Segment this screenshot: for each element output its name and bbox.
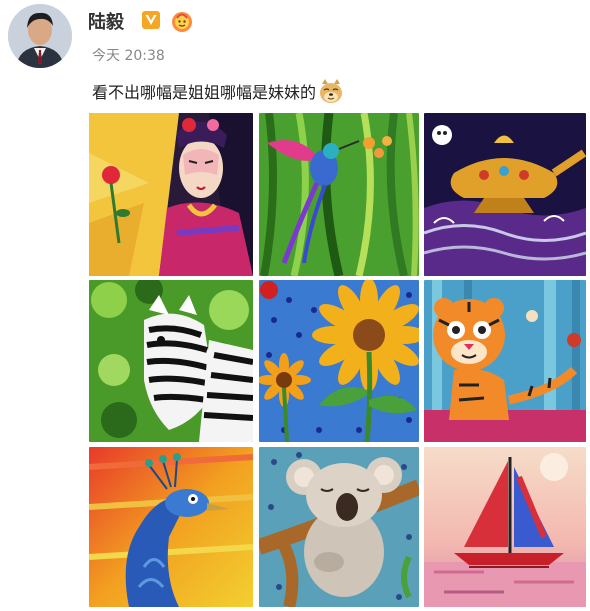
post-text: 看不出哪幅是姐姐哪幅是妹妹的 (92, 78, 344, 104)
image-tile-tiger[interactable] (424, 280, 586, 442)
username[interactable]: 陆毅 (88, 8, 124, 34)
image-tile-hummingbird[interactable] (259, 113, 419, 276)
verified-v-icon (141, 10, 161, 30)
image-tile-peacock[interactable] (89, 447, 253, 607)
fan-badge-icon[interactable] (170, 9, 194, 33)
image-tile-sunflower[interactable] (259, 280, 419, 442)
image-tile-koala[interactable] (259, 447, 419, 607)
post-timestamp: 今天 20:38 (92, 48, 165, 64)
post-text-body: 看不出哪幅是姐姐哪幅是妹妹的 (92, 83, 317, 102)
image-tile-sailboat[interactable] (424, 447, 586, 607)
image-tile-magic-lamp[interactable] (424, 113, 586, 276)
doge-emoji-icon (318, 78, 344, 104)
image-tile-zebra[interactable] (89, 280, 253, 442)
image-tile-peking-opera[interactable] (89, 113, 253, 276)
avatar[interactable] (8, 4, 72, 68)
